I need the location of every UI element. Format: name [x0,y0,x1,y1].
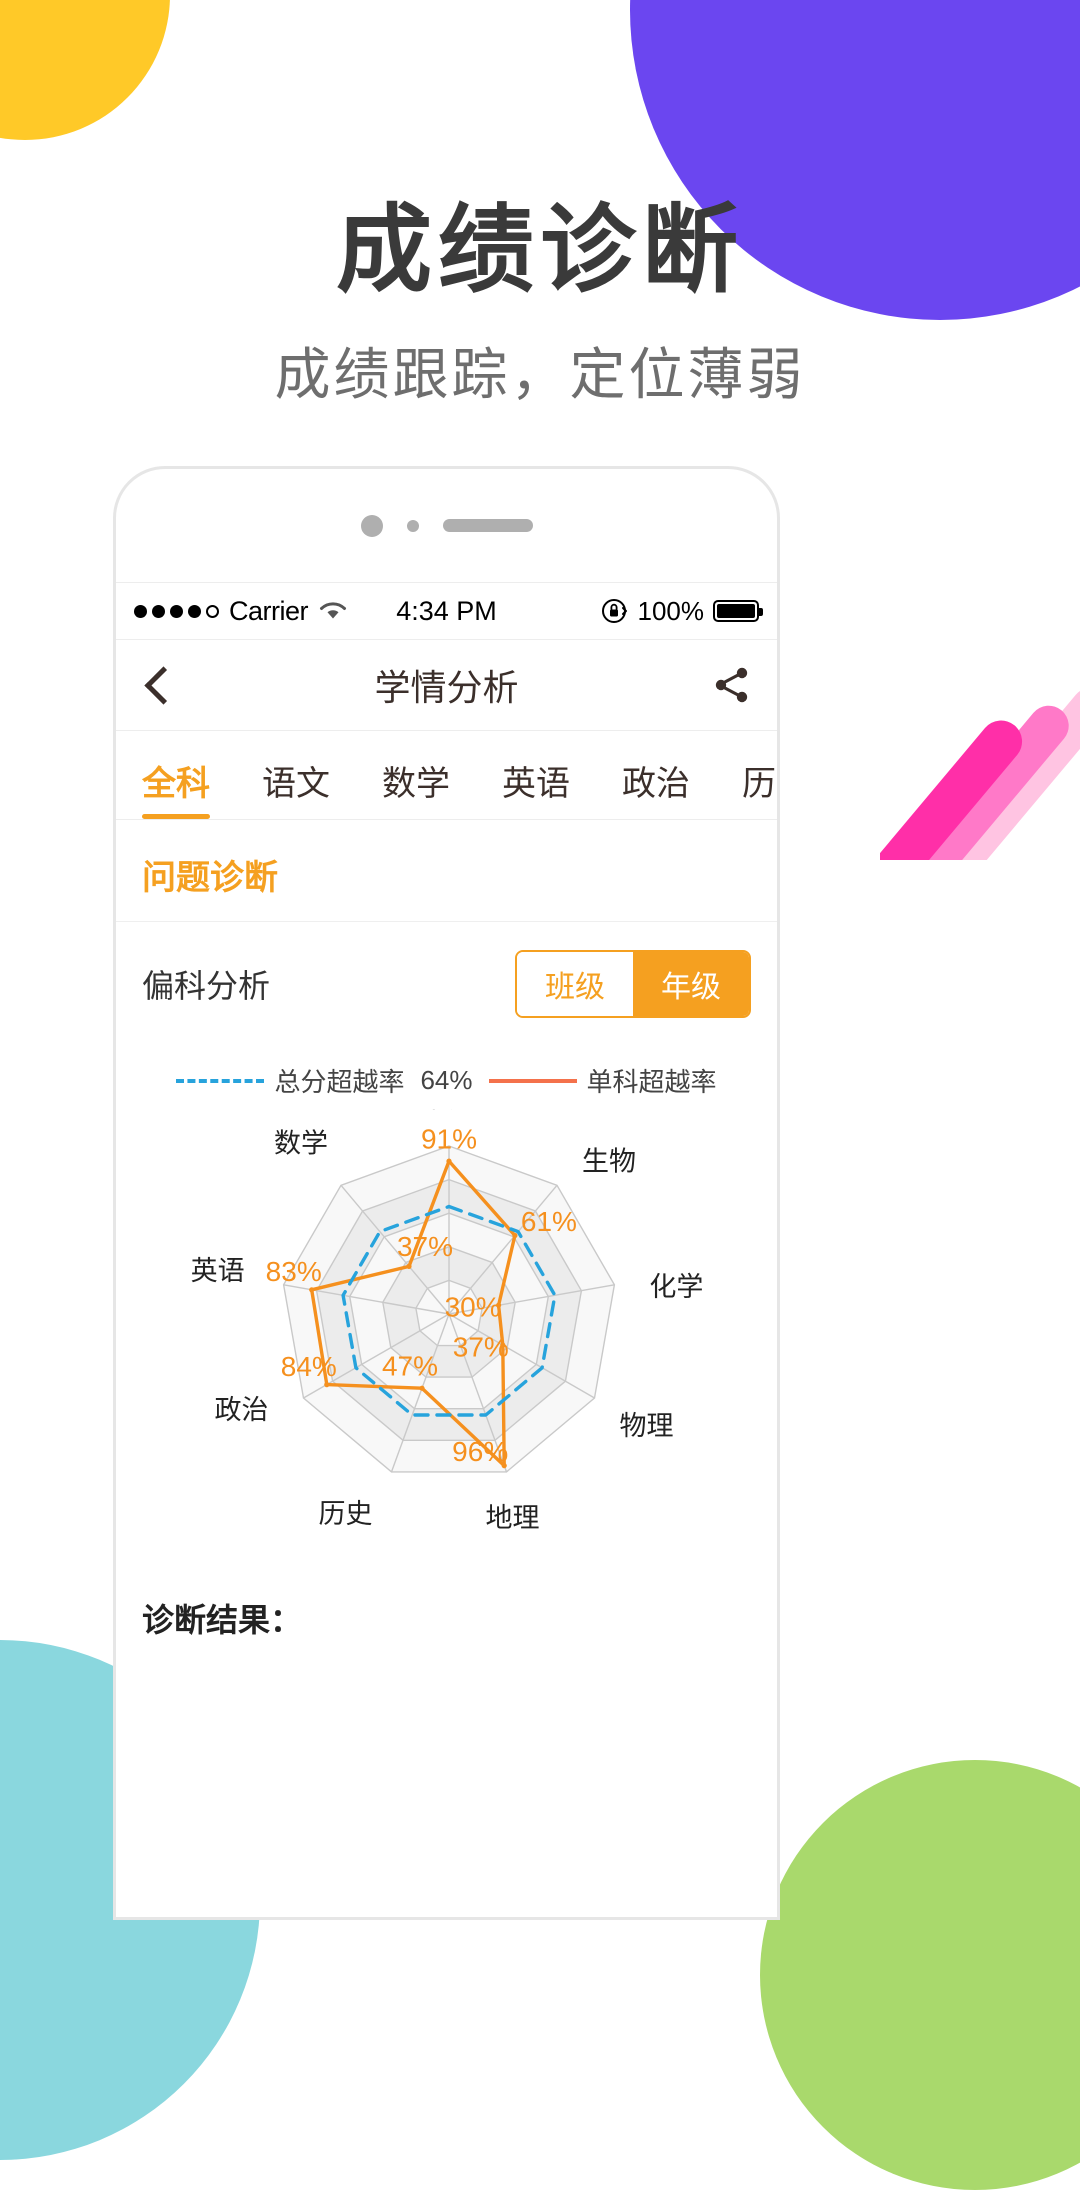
status-bar-left: Carrier [134,596,348,627]
diagnosis-result-block: 诊断结果： [116,1549,777,1641]
tab-yuwen[interactable]: 语文 [262,756,330,819]
svg-text:47%: 47% [382,1351,438,1382]
legend-item-single: 单科超越率 [488,1062,717,1099]
chart-legend: 总分超越率 64% 单科超越率 [116,1062,777,1099]
camera-lens-icon [360,514,383,537]
section-header: 问题诊断 [116,820,777,922]
tab-zhengzhi[interactable]: 政治 [622,756,690,819]
svg-text:61%: 61% [521,1206,577,1237]
section-title: 问题诊断 [142,859,278,897]
decor-blob-green [760,1760,1080,2190]
analysis-label: 偏科分析 [142,968,271,1004]
svg-text:83%: 83% [266,1256,322,1287]
rotation-lock-icon [601,599,627,623]
share-icon[interactable] [711,664,753,706]
earpiece-speaker [442,519,533,532]
page-title: 学情分析 [374,667,519,708]
svg-text:数学: 数学 [274,1128,328,1158]
hero-title: 成绩诊断 [336,197,744,304]
svg-text:37%: 37% [453,1331,509,1362]
decor-pink-stripes [880,640,1080,860]
scope-btn-class[interactable]: 班级 [517,952,633,1016]
legend-total-label: 总分超越率 [274,1067,405,1097]
svg-text:化学: 化学 [649,1272,703,1302]
legend-solid-swatch [488,1078,577,1083]
svg-text:历史: 历史 [319,1499,373,1529]
legend-dash-swatch [176,1078,265,1083]
scope-btn-grade[interactable]: 年级 [633,952,749,1016]
svg-text:30%: 30% [445,1292,501,1323]
scope-toggle[interactable]: 班级 年级 [515,950,751,1018]
sensor-dot-icon [406,519,419,532]
phone-mockup: Carrier 4:34 PM 100% 学情分析 全科 语文 数学 英语 政治… [113,466,780,1920]
svg-text:37%: 37% [397,1231,453,1262]
hero-subtitle: 成绩跟踪，定位薄弱 [274,343,806,407]
legend-total-value: 64% [420,1065,473,1095]
status-bar-right: 100% [599,595,763,627]
diagnosis-result-title: 诊断结果： [142,1602,303,1638]
tab-yingyu[interactable]: 英语 [502,756,570,819]
carrier-label: Carrier [229,595,309,626]
app-nav-bar: 学情分析 [116,640,777,731]
svg-text:政治: 政治 [215,1395,269,1425]
wifi-icon [320,602,347,619]
decor-blob-yellow [0,0,170,140]
svg-text:84%: 84% [281,1351,337,1382]
status-bar: Carrier 4:34 PM 100% [116,583,777,640]
legend-single-label: 单科超越率 [586,1067,717,1097]
tab-quanke[interactable]: 全科 [142,756,210,819]
tab-shuxue[interactable]: 数学 [382,756,450,819]
svg-text:语文: 语文 [422,1109,476,1113]
phone-top-bezel [116,469,777,583]
svg-text:英语: 英语 [191,1256,245,1286]
radar-chart: 语文生物化学物理地理 历史 政治 英语 数学 91% 61% 30% 37% 96% 47% 84% 8… [116,1109,777,1549]
signal-strength-icon [134,604,219,618]
back-chevron-icon[interactable] [144,665,183,705]
tab-lishi[interactable]: 历史 [742,756,777,819]
svg-text:96%: 96% [452,1436,508,1467]
svg-text:物理: 物理 [620,1411,674,1441]
subject-tab-bar[interactable]: 全科 语文 数学 英语 政治 历史 [116,731,777,820]
battery-full-icon [713,600,763,622]
svg-text:生物: 生物 [582,1146,636,1176]
svg-text:地理: 地理 [486,1503,540,1533]
battery-percent-label: 100% [637,595,705,626]
analysis-row: 偏科分析 班级 年级 [116,922,777,1028]
legend-item-total: 总分超越率 64% [176,1062,473,1099]
hero-section: 成绩诊断 成绩跟踪，定位薄弱 [0,196,1080,411]
svg-text:91%: 91% [421,1123,477,1154]
